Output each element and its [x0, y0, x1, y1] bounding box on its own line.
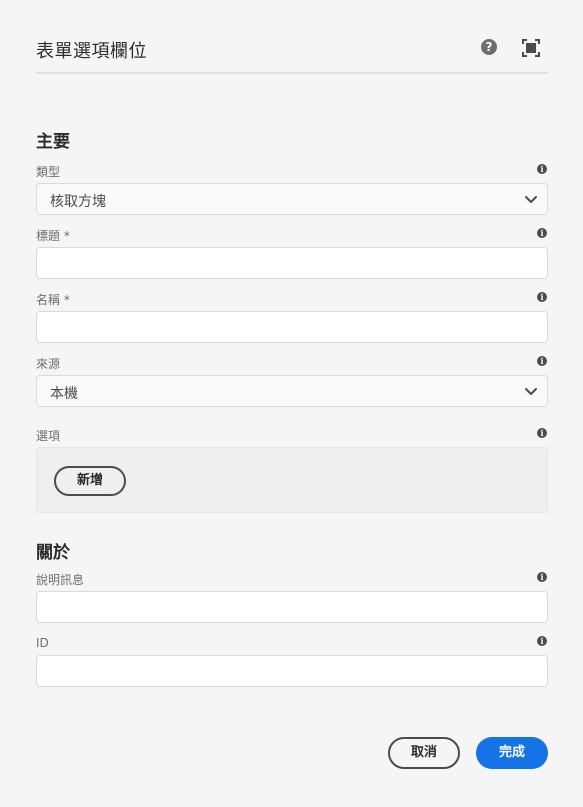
info-icon[interactable]: i [537, 228, 547, 238]
chevron-down-icon [525, 196, 537, 203]
info-icon[interactable]: i [537, 636, 547, 646]
section-title-main: 主要 [36, 132, 70, 152]
info-icon[interactable]: i [537, 428, 547, 438]
dialog-header: 表單選項欄位 ? [36, 30, 548, 74]
id-label: ID [36, 636, 49, 650]
type-select[interactable]: 核取方塊 [36, 183, 548, 215]
options-list: 新增 [36, 447, 548, 513]
title-input[interactable] [36, 247, 548, 279]
source-label: 來源 [36, 357, 61, 371]
source-select-value: 本機 [50, 386, 78, 402]
chevron-down-icon [525, 388, 537, 395]
options-label: 選項 [36, 429, 61, 443]
done-button[interactable]: 完成 [476, 737, 548, 769]
add-option-button[interactable]: 新增 [54, 466, 126, 496]
info-icon[interactable]: i [537, 292, 547, 302]
type-select-value: 核取方塊 [50, 194, 106, 210]
description-input[interactable] [36, 591, 548, 623]
info-icon[interactable]: i [537, 572, 547, 582]
info-icon[interactable]: i [537, 356, 547, 366]
type-label: 類型 [36, 165, 61, 179]
source-select[interactable]: 本機 [36, 375, 548, 407]
name-input[interactable] [36, 311, 548, 343]
dialog-title: 表單選項欄位 [36, 41, 147, 62]
info-icon[interactable]: i [537, 164, 547, 174]
cancel-button[interactable]: 取消 [388, 737, 460, 769]
help-icon[interactable]: ? [481, 39, 497, 55]
name-label: 名稱 * [36, 293, 70, 307]
section-title-about: 關於 [36, 543, 70, 563]
description-label: 說明訊息 [36, 573, 85, 587]
fullscreen-icon[interactable] [522, 39, 540, 57]
form-options-field-dialog: 表單選項欄位 ? 主要 類型 i 核取方塊 標題 * i 名稱 * i 來源 i… [0, 0, 583, 807]
id-input[interactable] [36, 655, 548, 687]
title-label: 標題 * [36, 229, 70, 243]
